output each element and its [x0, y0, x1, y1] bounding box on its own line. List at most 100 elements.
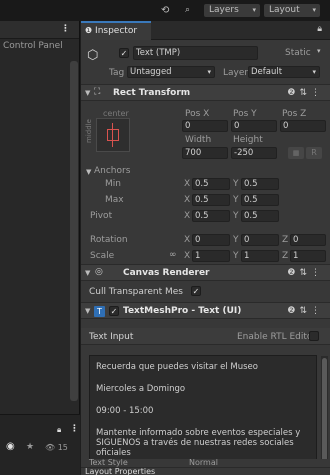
layout-dropdown[interactable]: Layout ▾: [264, 4, 320, 17]
pivot-y-input[interactable]: 0.5: [241, 210, 279, 222]
star-icon[interactable]: ★: [26, 442, 34, 452]
foldout-arrow-icon: ▼: [85, 89, 91, 97]
anchors-foldout-icon[interactable]: ▼: [86, 168, 91, 176]
history-icon[interactable]: ⟲: [161, 4, 169, 17]
text-line: Recuerda que puedes visitar el Museo: [96, 362, 258, 372]
anchor-h-label: center: [103, 109, 129, 118]
chevron-down-icon: ▾: [207, 68, 211, 76]
rotation-x-input[interactable]: 0: [192, 234, 230, 246]
pos-x-input[interactable]: 0: [182, 120, 228, 132]
static-label: Static: [285, 48, 311, 58]
layers-label: Layers: [209, 5, 239, 15]
height-label: Height: [233, 135, 263, 145]
object-count: 👁︎ 15: [45, 443, 68, 452]
layer-label: Layer: [223, 68, 249, 78]
chevron-down-icon[interactable]: ▾: [317, 47, 321, 55]
layout-properties-label: Layout Properties: [85, 467, 156, 475]
tag-value: Untagged: [130, 67, 172, 77]
scale-z-input[interactable]: 1: [290, 250, 326, 262]
search-icon[interactable]: ⌕: [185, 4, 190, 17]
blueprint-mode-button[interactable]: ▦: [288, 147, 304, 159]
more-options-icon[interactable]: ⋮: [61, 24, 70, 34]
text-area-scrollbar[interactable]: [321, 356, 328, 474]
rect-transform-header[interactable]: ▼ ⛶ Rect Transform ❷⇅⋮: [81, 84, 330, 101]
anchor-max-x-input[interactable]: 0.5: [192, 194, 230, 206]
lock-icon[interactable]: 🔒︎: [57, 425, 61, 435]
layer-dropdown[interactable]: Default ▾: [248, 66, 320, 78]
anchor-v-label: middle: [85, 119, 93, 143]
pivot-x-input[interactable]: 0.5: [192, 210, 230, 222]
rotation-z-input[interactable]: 0: [290, 234, 326, 246]
anchor-max-y-input[interactable]: 0.5: [241, 194, 279, 206]
layer-value: Default: [251, 67, 283, 77]
anchor-box-icon: [107, 129, 119, 141]
text-style-label: Text Style: [89, 458, 128, 467]
anchor-min-y-input[interactable]: 0.5: [241, 178, 279, 190]
chevron-down-icon: ▾: [312, 68, 316, 76]
raw-edit-button[interactable]: R: [306, 147, 322, 159]
textmeshpro-enabled-checkbox[interactable]: ✓: [109, 306, 119, 316]
foldout-arrow-icon: ▼: [85, 307, 91, 315]
component-menu-icons[interactable]: ❷⇅⋮: [287, 268, 324, 278]
scrollbar[interactable]: [70, 61, 78, 401]
rtl-checkbox[interactable]: [309, 331, 319, 341]
text-input-area[interactable]: Recuerda que puedes visitar el Museo Mie…: [89, 355, 328, 475]
textmeshpro-icon: T: [94, 306, 105, 317]
canvas-renderer-header[interactable]: ▼ ◎ Canvas Renderer ❷⇅⋮: [81, 264, 330, 281]
cull-label: Cull Transparent Mes: [89, 287, 183, 297]
textmeshpro-header[interactable]: ▼ T ✓ TextMeshPro - Text (UI) ❷⇅⋮: [81, 302, 330, 319]
anchor-preset-button[interactable]: [96, 118, 130, 152]
text-line: SIGUENOS a través de nuestras redes soci…: [96, 438, 294, 448]
tag-dropdown[interactable]: Untagged ▾: [127, 66, 215, 78]
scale-y-label: Y: [233, 251, 239, 261]
width-label: Width: [185, 135, 212, 145]
component-menu-icons[interactable]: ❷⇅⋮: [287, 306, 324, 316]
cull-checkbox[interactable]: ✓: [191, 286, 201, 296]
layers-dropdown[interactable]: Layers ▾: [204, 4, 260, 17]
pos-y-input[interactable]: 0: [231, 120, 277, 132]
link-icon[interactable]: ∞: [169, 250, 177, 260]
rot-y-label: Y: [233, 235, 239, 245]
component-menu-icons[interactable]: ❷⇅⋮: [287, 88, 324, 98]
more-options-icon[interactable]: ⋮: [70, 424, 79, 434]
text-style-value[interactable]: Normal: [189, 458, 218, 467]
rtl-label: Enable RTL Editor: [237, 332, 317, 342]
text-line: Miercoles a Domingo: [96, 384, 186, 394]
pivot-label: Pivot: [90, 211, 113, 221]
pos-x-label: Pos X: [185, 109, 210, 119]
info-icon: ❶: [85, 26, 93, 35]
left-panel-header: ⋮: [0, 21, 79, 39]
max-y-label: Y: [233, 195, 239, 205]
scrollbar-thumb[interactable]: [322, 358, 327, 463]
pivot-x-label: X: [184, 211, 191, 221]
rect-transform-icon: ⛶: [94, 87, 101, 97]
scale-x-label: X: [184, 251, 191, 261]
foldout-arrow-icon: ▼: [85, 269, 91, 277]
rect-transform-title: Rect Transform: [113, 88, 191, 98]
pos-z-input[interactable]: 0: [280, 120, 326, 132]
visibility-icon[interactable]: ◉: [6, 441, 15, 452]
max-label: Max: [105, 195, 124, 205]
rotation-y-input[interactable]: 0: [241, 234, 279, 246]
pos-z-label: Pos Z: [282, 109, 307, 119]
height-input[interactable]: -250: [231, 147, 277, 159]
scale-x-input[interactable]: 1: [192, 250, 230, 262]
text-line: Mantente informado sobre eventos especia…: [96, 428, 301, 438]
min-label: Min: [105, 179, 121, 189]
tab-label: Inspector: [95, 26, 138, 36]
width-input[interactable]: 700: [182, 147, 228, 159]
anchor-min-x-input[interactable]: 0.5: [192, 178, 230, 190]
object-name-input[interactable]: Text (TMP): [133, 46, 258, 60]
text-input-label: Text Input: [89, 332, 134, 342]
min-x-label: X: [184, 179, 191, 189]
active-checkbox[interactable]: ✓: [119, 48, 129, 58]
left-panel-footer: 🔒︎ ⋮ ◉ ★ 👁︎ 15: [0, 414, 80, 475]
scale-z-label: Z: [282, 251, 289, 261]
layout-properties-bar[interactable]: Layout Properties: [81, 467, 330, 475]
rot-x-label: X: [184, 235, 191, 245]
scale-label: Scale: [90, 251, 115, 261]
scale-y-input[interactable]: 1: [241, 250, 279, 262]
hierarchy-panel: ⋮ Control Panel 🔒︎ ⋮ ◉ ★ 👁︎ 15: [0, 21, 80, 475]
lock-icon[interactable]: 🔒︎: [317, 24, 322, 34]
tab-inspector[interactable]: ❶ Inspector: [81, 21, 151, 40]
